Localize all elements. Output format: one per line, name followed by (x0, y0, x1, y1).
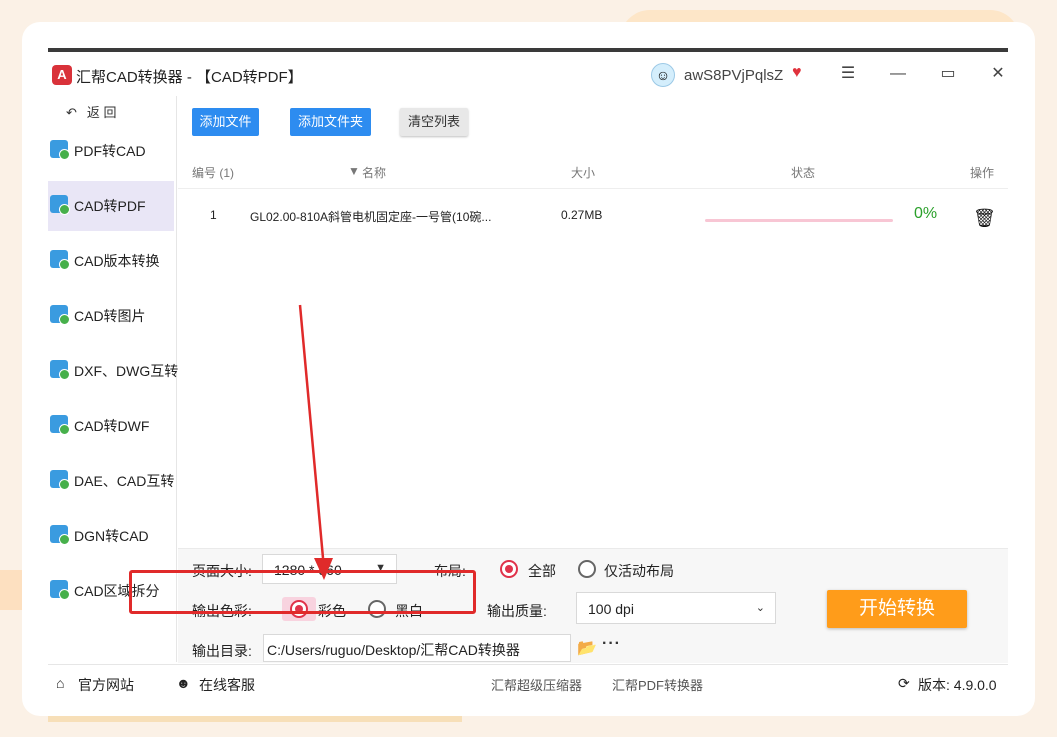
table-row[interactable]: 1 GL02.00-810A斜管电机固定座-一号管(10碗... 0.27MB … (178, 196, 1008, 232)
support-icon[interactable]: ☻ (176, 675, 191, 691)
footer-bar: ⌂ 官方网站 ☻ 在线客服 汇帮超级压缩器 汇帮PDF转换器 ⟳ 版本: 4.9… (48, 664, 1008, 699)
output-dir-input[interactable]: C:/Users/ruguo/Desktop/汇帮CAD转换器 (263, 634, 571, 662)
cad-pdf-icon (50, 195, 70, 215)
sidebar-item-dxf-dwg[interactable]: DXF、DWG互转 (48, 346, 178, 396)
cad-split-icon (50, 580, 70, 600)
cad-image-icon (50, 305, 70, 325)
sidebar-item-label: CAD版本转换 (74, 253, 160, 269)
window-title: 汇帮CAD转换器 - 【CAD转PDF】 (76, 69, 303, 86)
layout-active-label[interactable]: 仅活动布局 (604, 561, 674, 581)
compressor-link[interactable]: 汇帮超级压缩器 (491, 675, 582, 694)
home-icon[interactable]: ⌂ (56, 675, 64, 691)
col-name-header[interactable]: 名称 (362, 164, 386, 181)
col-status-header: 状态 (791, 166, 816, 180)
col-index-header[interactable]: 编号 (1) (192, 164, 234, 181)
avatar[interactable]: ☺ (651, 63, 675, 87)
clear-list-button[interactable]: 清空列表 (400, 108, 468, 136)
row-filename: GL02.00-810A斜管电机固定座-一号管(10碗... (250, 210, 492, 224)
table-header: 编号 (1) ▼ 名称 大小 状态 操作 (178, 152, 1008, 189)
output-dir-label: 输出目录: (192, 643, 252, 659)
sidebar-item-cad-to-image[interactable]: CAD转图片 (48, 291, 174, 341)
username[interactable]: awS8PVjPqlsZ (684, 67, 783, 84)
quality-value: 100 dpi (588, 601, 634, 617)
back-button[interactable]: ↶ 返 回 (66, 102, 117, 121)
pdf-cad-icon (50, 140, 70, 160)
dgn-cad-icon (50, 525, 70, 545)
sidebar-item-label: DGN转CAD (74, 528, 149, 544)
sidebar-item-label: DAE、CAD互转 (74, 473, 175, 489)
minimize-icon[interactable]: — (888, 64, 908, 84)
background-strip (48, 716, 462, 722)
sidebar-item-label: DXF、DWG互转 (74, 363, 179, 379)
add-folder-button[interactable]: 添加文件夹 (290, 108, 371, 136)
row-status: 0% (914, 205, 938, 222)
col-action-header: 操作 (970, 166, 995, 180)
back-arrow-icon: ↶ (66, 105, 77, 120)
sidebar-item-dae-cad[interactable]: DAE、CAD互转 (48, 456, 174, 506)
sidebar-item-cad-to-pdf[interactable]: CAD转PDF (48, 181, 174, 231)
trash-icon[interactable]: 🗑 (973, 208, 996, 229)
sidebar-item-label: CAD转PDF (74, 198, 146, 214)
maximize-icon[interactable]: ▭ (938, 64, 958, 84)
cad-version-icon (50, 250, 70, 270)
quality-label: 输出质量: (487, 603, 547, 619)
close-icon[interactable]: ✕ (988, 64, 1008, 84)
dae-cad-icon (50, 470, 70, 490)
col-size-header[interactable]: 大小 (571, 164, 595, 181)
dxf-dwg-icon (50, 360, 70, 380)
back-label: 返 回 (86, 105, 117, 120)
row-index: 1 (210, 208, 217, 222)
website-link[interactable]: 官方网站 (78, 675, 134, 695)
quality-select[interactable]: 100 dpi ⌄ (576, 592, 776, 624)
layout-all-label[interactable]: 全部 (528, 561, 556, 581)
progress-bar (705, 219, 893, 222)
cad-dwf-icon (50, 415, 70, 435)
row-size: 0.27MB (561, 208, 603, 222)
annotation-highlight-box (129, 570, 476, 614)
layout-all-radio[interactable] (500, 560, 518, 578)
output-dir-value: C:/Users/ruguo/Desktop/汇帮CAD转换器 (267, 642, 520, 658)
sidebar-item-label: CAD转DWF (74, 418, 150, 434)
vip-heart-icon[interactable]: ♥ (792, 64, 802, 82)
sidebar-item-label: PDF转CAD (74, 143, 146, 159)
menu-icon[interactable]: ☰ (838, 64, 858, 84)
chevron-down-icon: ⌄ (755, 602, 765, 614)
sidebar-item-cad-to-dwf[interactable]: CAD转DWF (48, 401, 174, 451)
pdf-converter-link[interactable]: 汇帮PDF转换器 (612, 675, 703, 694)
sidebar-item-pdf-to-cad[interactable]: PDF转CAD (48, 126, 174, 176)
version-label: 版本: 4.9.0.0 (918, 677, 997, 693)
folder-icon[interactable]: 📂 (577, 638, 597, 658)
sort-down-icon[interactable]: ▼ (348, 164, 360, 178)
start-convert-button[interactable]: 开始转换 (827, 590, 967, 628)
sidebar-item-label: CAD转图片 (74, 308, 146, 324)
sidebar-item-dgn-to-cad[interactable]: DGN转CAD (48, 511, 174, 561)
app-logo-icon: A (52, 65, 72, 85)
title-bar: A 汇帮CAD转换器 - 【CAD转PDF】 ☺ awS8PVjPqlsZ ♥ … (48, 52, 1008, 96)
add-file-button[interactable]: 添加文件 (192, 108, 259, 136)
support-link[interactable]: 在线客服 (199, 675, 255, 695)
sidebar-item-cad-version[interactable]: CAD版本转换 (48, 236, 174, 286)
more-icon[interactable]: ··· (602, 635, 621, 653)
refresh-icon[interactable]: ⟳ (898, 675, 910, 692)
layout-active-radio[interactable] (578, 560, 596, 578)
